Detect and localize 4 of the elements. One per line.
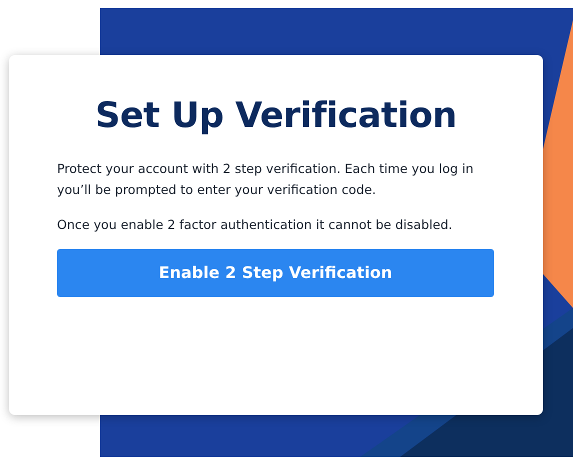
card-title: Set Up Verification (94, 95, 458, 137)
description-text: Once you enable 2 factor authentication it cannot be disabled. (57, 216, 454, 234)
enable-button[interactable]: Enable 2 Step Verification (57, 249, 494, 298)
description-text: Protect your account with 2 step verification. Each time you log in you’ll be prompted to enter your verification code. (57, 160, 474, 199)
